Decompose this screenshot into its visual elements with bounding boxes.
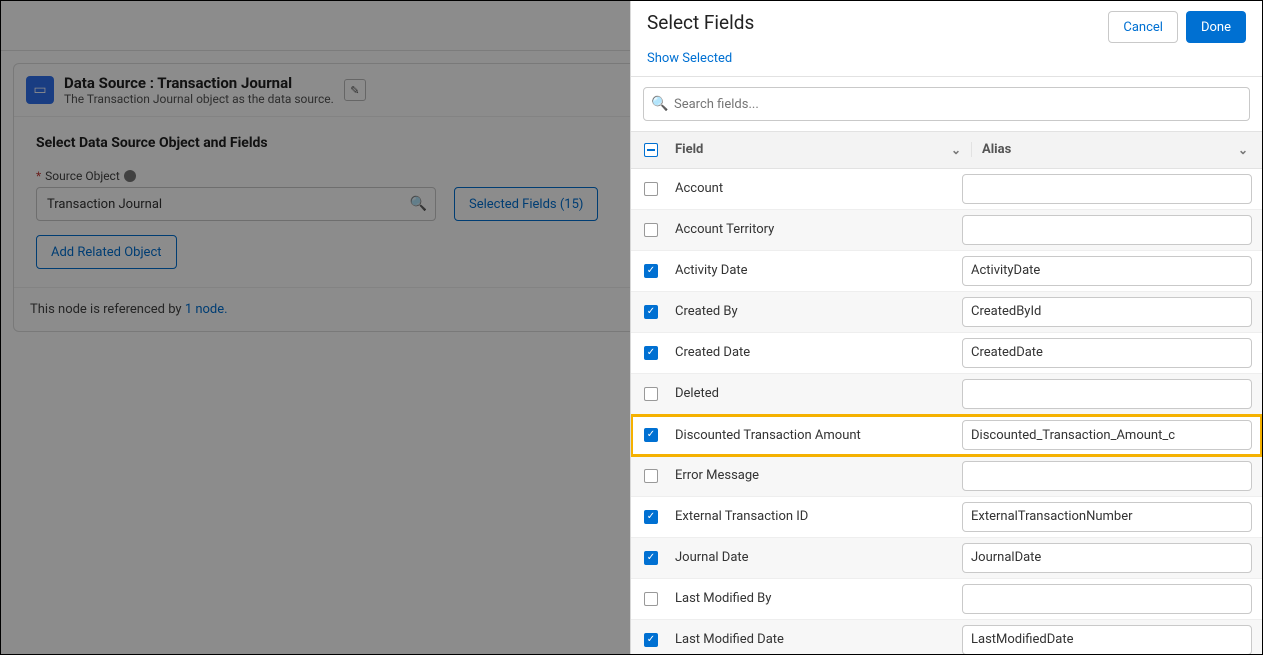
done-button[interactable]: Done [1186, 11, 1246, 43]
panel-header: Select Fields Cancel Done [631, 1, 1262, 51]
row-checkbox-cell [631, 182, 671, 196]
select-fields-panel: Select Fields Cancel Done Show Selected … [630, 1, 1262, 654]
panel-title: Select Fields [647, 11, 754, 34]
alias-input[interactable] [962, 174, 1252, 204]
alias-cell [962, 461, 1252, 491]
alias-cell [962, 379, 1252, 409]
row-checkbox[interactable]: ✓ [644, 633, 658, 647]
row-checkbox[interactable] [644, 592, 658, 606]
search-fields-input[interactable] [643, 87, 1250, 121]
row-checkbox-cell [631, 592, 671, 606]
field-name: Discounted Transaction Amount [671, 428, 962, 443]
row-checkbox-cell: ✓ [631, 633, 671, 647]
alias-cell [962, 543, 1252, 573]
alias-input[interactable] [962, 543, 1252, 573]
select-all-checkbox[interactable] [644, 143, 658, 157]
row-checkbox-cell [631, 387, 671, 401]
row-checkbox[interactable]: ✓ [644, 428, 658, 442]
field-name: Last Modified By [671, 591, 962, 606]
field-name: Created Date [671, 345, 962, 360]
header-checkbox-cell [631, 143, 671, 157]
table-row: ✓ Journal Date [631, 538, 1262, 579]
alias-input[interactable] [962, 297, 1252, 327]
table-row: ✓ Activity Date [631, 251, 1262, 292]
alias-input[interactable] [962, 338, 1252, 368]
row-checkbox[interactable] [644, 387, 658, 401]
alias-cell [962, 338, 1252, 368]
row-checkbox[interactable]: ✓ [644, 305, 658, 319]
row-checkbox-cell: ✓ [631, 551, 671, 565]
field-name: External Transaction ID [671, 509, 962, 524]
table-row: Account Territory [631, 210, 1262, 251]
cancel-button[interactable]: Cancel [1108, 11, 1178, 43]
field-name: Deleted [671, 386, 962, 401]
table-row: ✓ Created Date [631, 333, 1262, 374]
alias-input[interactable] [962, 584, 1252, 614]
alias-input[interactable] [962, 625, 1252, 654]
table-row: ✓ Discounted Transaction Amount [631, 415, 1262, 456]
field-name: Last Modified Date [671, 632, 962, 647]
row-checkbox[interactable]: ✓ [644, 264, 658, 278]
alias-input[interactable] [962, 215, 1252, 245]
alias-cell [962, 256, 1252, 286]
row-checkbox-cell [631, 469, 671, 483]
row-checkbox-cell [631, 223, 671, 237]
chevron-down-icon: ⌄ [1238, 143, 1248, 157]
table-row: Error Message [631, 456, 1262, 497]
table-row: Last Modified By [631, 579, 1262, 620]
row-checkbox-cell: ✓ [631, 346, 671, 360]
row-checkbox[interactable] [644, 223, 658, 237]
alias-cell [962, 625, 1252, 654]
alias-cell [962, 297, 1252, 327]
field-name: Activity Date [671, 263, 962, 278]
row-checkbox-cell: ✓ [631, 510, 671, 524]
alias-cell [962, 420, 1252, 450]
table-row: Account [631, 169, 1262, 210]
alias-cell [962, 174, 1252, 204]
search-box: 🔍 [643, 87, 1250, 121]
alias-cell [962, 502, 1252, 532]
table-row: ✓ External Transaction ID [631, 497, 1262, 538]
row-checkbox[interactable]: ✓ [644, 346, 658, 360]
field-name: Account [671, 181, 962, 196]
search-wrap: 🔍 [631, 77, 1262, 131]
alias-cell [962, 584, 1252, 614]
row-checkbox-cell: ✓ [631, 428, 671, 442]
table-row: Deleted [631, 374, 1262, 415]
alias-input[interactable] [962, 379, 1252, 409]
table-row: ✓ Last Modified Date [631, 620, 1262, 654]
panel-actions: Cancel Done [1108, 11, 1246, 43]
field-name: Account Territory [671, 222, 962, 237]
row-checkbox[interactable]: ✓ [644, 551, 658, 565]
row-checkbox-cell: ✓ [631, 305, 671, 319]
column-header-field-label: Field [675, 142, 703, 157]
table-body: Account Account Territory ✓ Activity Date ✓ C… [631, 169, 1262, 654]
show-selected-link[interactable]: Show Selected [631, 51, 1262, 76]
alias-cell [962, 215, 1252, 245]
table-header: Field ⌄ Alias ⌄ [631, 131, 1262, 169]
field-name: Journal Date [671, 550, 962, 565]
field-name: Created By [671, 304, 962, 319]
row-checkbox[interactable] [644, 182, 658, 196]
column-header-field[interactable]: Field ⌄ [671, 142, 972, 157]
column-header-alias-label: Alias [982, 142, 1011, 157]
alias-input[interactable] [962, 502, 1252, 532]
alias-input[interactable] [962, 420, 1252, 450]
row-checkbox-cell: ✓ [631, 264, 671, 278]
table-row: ✓ Created By [631, 292, 1262, 333]
chevron-down-icon: ⌄ [951, 143, 961, 157]
search-icon: 🔍 [651, 96, 668, 112]
alias-input[interactable] [962, 256, 1252, 286]
alias-input[interactable] [962, 461, 1252, 491]
row-checkbox[interactable]: ✓ [644, 510, 658, 524]
panel-header-left: Select Fields [647, 11, 754, 34]
row-checkbox[interactable] [644, 469, 658, 483]
column-header-alias[interactable]: Alias ⌄ [972, 142, 1262, 157]
field-name: Error Message [671, 468, 962, 483]
